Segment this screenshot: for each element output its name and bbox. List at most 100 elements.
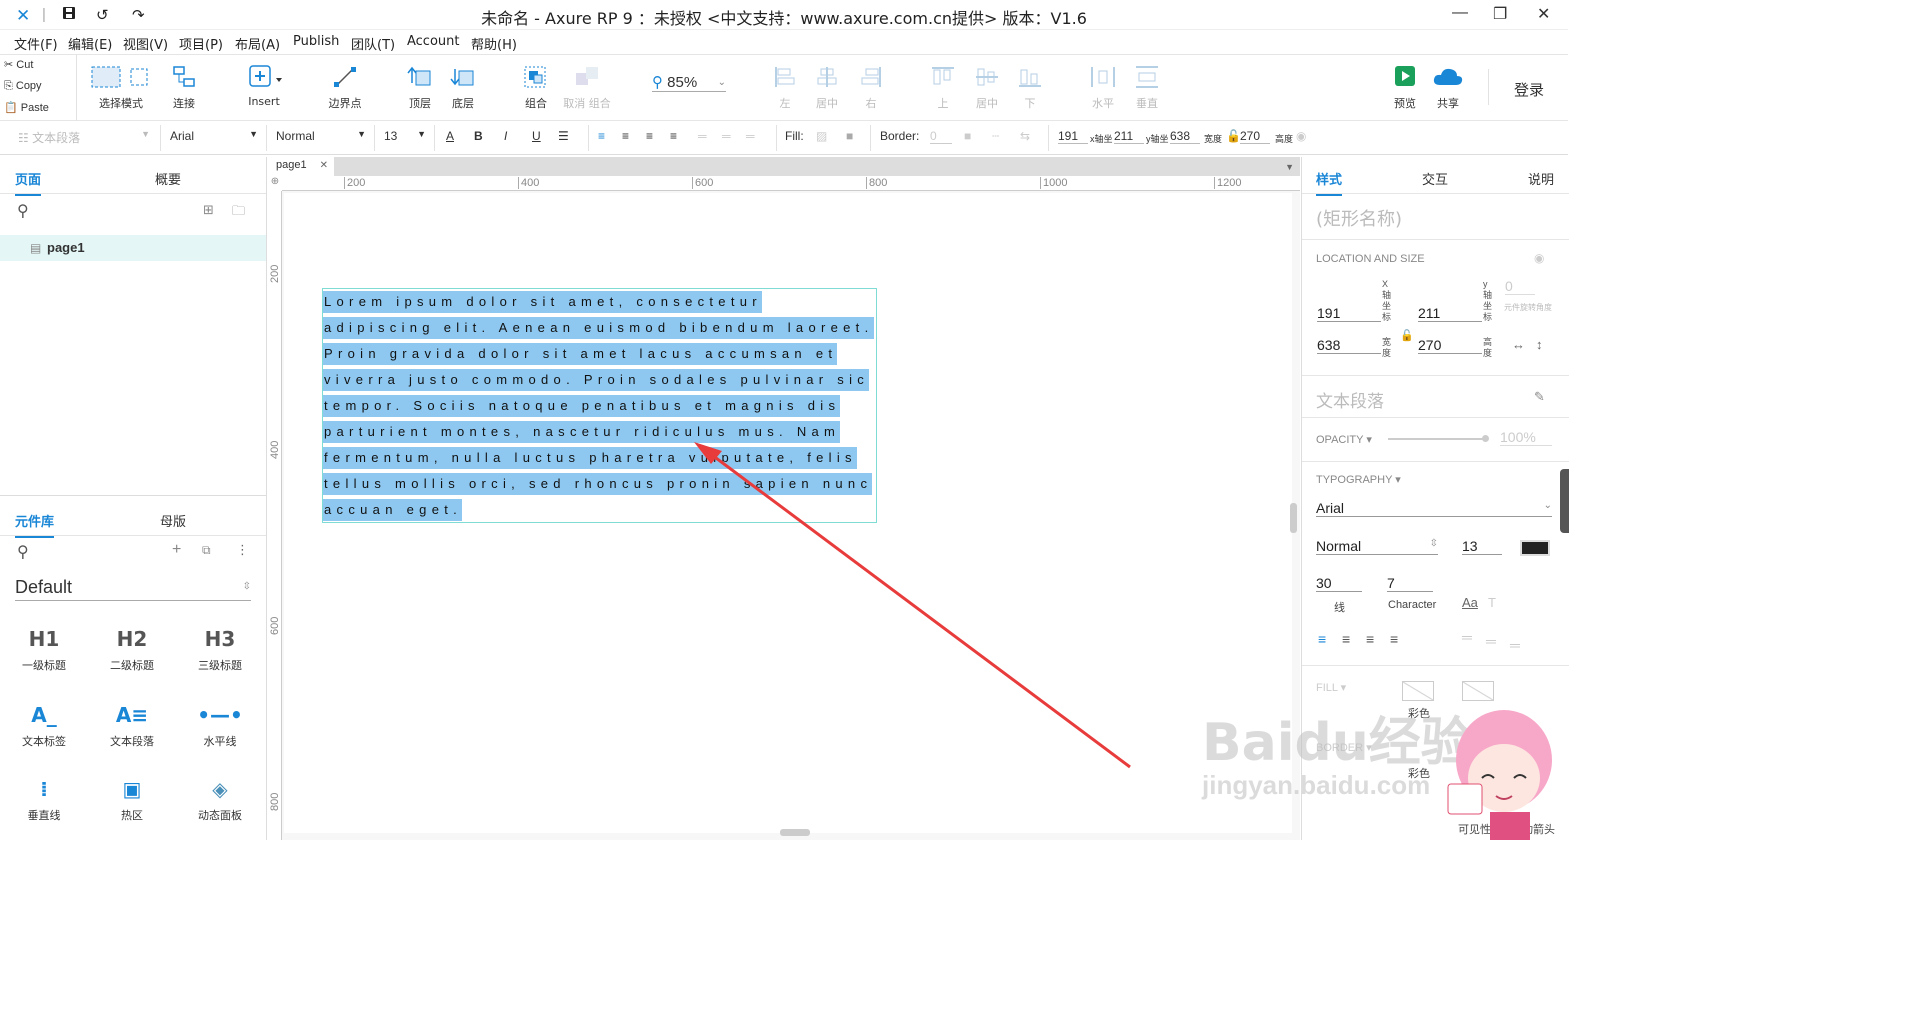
menu-view[interactable]: 视图(V) [123, 34, 168, 53]
width-field[interactable]: 638 [1317, 337, 1381, 354]
x-field[interactable]: 191 [1317, 305, 1381, 322]
font-family-select[interactable]: Arial ⌄ [1316, 500, 1552, 517]
text-justify-icon[interactable]: ≡ [670, 129, 677, 143]
italic-icon[interactable]: I [504, 129, 507, 143]
border-color-icon[interactable]: ■ [964, 129, 971, 143]
share-button[interactable]: 共享 [1430, 65, 1466, 111]
underline-icon[interactable]: U [532, 129, 541, 143]
text-align-left-icon[interactable]: ≡ [1318, 631, 1326, 647]
font-select[interactable]: Arial ▼ [170, 129, 258, 143]
ungroup-button[interactable]: 取消 组合 [562, 65, 612, 111]
font-color-swatch[interactable] [1520, 540, 1550, 556]
select-mode-button[interactable]: 选择模式 [86, 65, 156, 111]
insert-button[interactable]: Insert [244, 65, 284, 108]
bring-to-front-button[interactable]: 顶层 [404, 65, 436, 111]
send-to-back-button[interactable]: 底层 [447, 65, 479, 111]
minimize-icon[interactable]: — [1452, 4, 1468, 22]
library-select[interactable]: Default ⇳ [15, 577, 251, 601]
connect-button[interactable]: 连接 [166, 65, 202, 111]
font-color-icon[interactable]: A [446, 129, 454, 143]
library-manage-icon[interactable]: ⧉ [202, 543, 211, 558]
tab-dropdown-icon[interactable]: ▼ [1285, 162, 1294, 172]
valign-bottom-icon[interactable]: ═ [1510, 637, 1520, 653]
menu-arrange[interactable]: 布局(A) [235, 34, 280, 53]
menu-account[interactable]: Account [407, 34, 460, 49]
side-handle[interactable] [1560, 469, 1569, 533]
width-input[interactable]: 638 [1170, 129, 1200, 144]
bullet-list-icon[interactable]: ☰ [558, 129, 569, 143]
lock-aspect-icon[interactable]: 🔓 [1400, 329, 1414, 342]
size-select[interactable]: 13 ▼ [384, 129, 426, 143]
lock-icon[interactable]: 🔓 [1226, 129, 1241, 143]
text-align-right-icon[interactable]: ≡ [1366, 631, 1374, 647]
menu-file[interactable]: 文件(F) [14, 34, 58, 53]
widget-item[interactable]: A≡ 文本段落 [102, 703, 162, 749]
font-size-field[interactable]: 13 [1462, 538, 1502, 555]
widget-item[interactable]: ▣ 热区 [102, 777, 162, 823]
widget-name-input[interactable]: (矩形名称) [1316, 205, 1402, 231]
align-bottom-button[interactable]: 下 [1015, 65, 1045, 111]
border-style-icon[interactable]: ┄ [992, 129, 999, 143]
eye-icon[interactable]: ◉ [1534, 251, 1544, 265]
align-right-button[interactable]: 右 [856, 65, 886, 111]
rotation-field[interactable]: 0 [1505, 278, 1535, 295]
align-middle-button[interactable]: 居中 [972, 65, 1002, 111]
horizontal-scrollbar[interactable] [780, 829, 810, 836]
text-shadow-icon[interactable]: Aa [1462, 595, 1478, 610]
doc-tab-page1[interactable]: page1 ✕ [268, 157, 334, 176]
font-weight-select[interactable]: Normal ⇳ [1316, 538, 1438, 555]
widget-item[interactable]: H1 一级标题 [14, 627, 74, 673]
library-search-icon[interactable]: ⚲ [17, 542, 29, 562]
widget-style-select[interactable]: 文本段落 [1316, 387, 1384, 412]
text-paragraph-widget[interactable]: Lorem ipsum dolor sit amet, consectetur a… [322, 288, 877, 523]
widget-item[interactable]: •—• 水平线 [190, 703, 250, 749]
text-align-left-icon[interactable]: ≡ [598, 129, 605, 143]
fit-height-icon[interactable]: ↕ [1536, 337, 1543, 352]
menu-publish[interactable]: Publish [293, 34, 339, 49]
weight-select[interactable]: Normal ▼ [276, 129, 366, 143]
fill-gradient-icon[interactable]: ■ [846, 129, 853, 143]
menu-help[interactable]: 帮助(H) [471, 34, 517, 53]
text-align-center-icon[interactable]: ≡ [622, 129, 629, 143]
tab-outline[interactable]: 概要 [155, 169, 181, 188]
distribute-horizontal-button[interactable]: 水平 [1088, 65, 1118, 111]
style-select[interactable]: ☷ 文本段落 ▼ [18, 129, 150, 146]
close-tab-icon[interactable]: ✕ [320, 160, 328, 171]
valign-top-icon[interactable]: ═ [1462, 629, 1472, 645]
opacity-field[interactable]: 100% [1500, 429, 1552, 446]
add-page-icon[interactable]: ⊞ [203, 202, 214, 218]
text-case-icon[interactable]: T [1488, 595, 1496, 610]
tab-library[interactable]: 元件库 [15, 511, 55, 538]
text-align-center-icon[interactable]: ≡ [1342, 631, 1350, 647]
distribute-vertical-button[interactable]: 垂直 [1132, 65, 1162, 111]
fit-width-icon[interactable]: ↔ [1512, 337, 1525, 352]
valign-middle-icon[interactable]: ═ [722, 129, 731, 143]
more-options-icon[interactable]: ⋮ [236, 542, 249, 558]
char-spacing-field[interactable]: 7 [1387, 575, 1433, 592]
fill-color-icon[interactable]: ▨ [816, 129, 827, 143]
y-input[interactable]: 211 [1114, 129, 1144, 144]
opacity-slider-handle[interactable] [1482, 435, 1489, 442]
page-item-page1[interactable]: ▤ page1 [0, 235, 266, 261]
x-input[interactable]: 191 [1058, 129, 1088, 144]
search-icon[interactable]: ⚲ [17, 201, 29, 221]
valign-top-icon[interactable]: ═ [698, 129, 707, 143]
edit-style-icon[interactable]: ✎ [1534, 389, 1545, 405]
align-left-button[interactable]: 左 [770, 65, 800, 111]
tab-masters[interactable]: 母版 [160, 511, 186, 530]
tab-notes[interactable]: 说明 [1528, 169, 1554, 188]
height-field[interactable]: 270 [1418, 337, 1482, 354]
align-center-button[interactable]: 居中 [812, 65, 842, 111]
copy-button[interactable]: ⎘ Copy [4, 80, 42, 93]
maximize-icon[interactable]: ❐ [1493, 4, 1507, 24]
login-button[interactable]: 登录 [1514, 79, 1544, 100]
add-folder-icon[interactable]: 🗀 [232, 202, 245, 224]
opacity-slider[interactable] [1388, 438, 1486, 440]
tab-interactions[interactable]: 交互 [1422, 169, 1448, 188]
paste-button[interactable]: 📋 Paste [4, 101, 49, 114]
align-top-button[interactable]: 上 [928, 65, 958, 111]
tab-pages[interactable]: 页面 [15, 169, 42, 196]
widget-item[interactable]: H3 三级标题 [190, 627, 250, 673]
widget-item[interactable]: ⁞ 垂直线 [14, 777, 74, 823]
visibility-icon[interactable]: ◉ [1296, 129, 1306, 143]
